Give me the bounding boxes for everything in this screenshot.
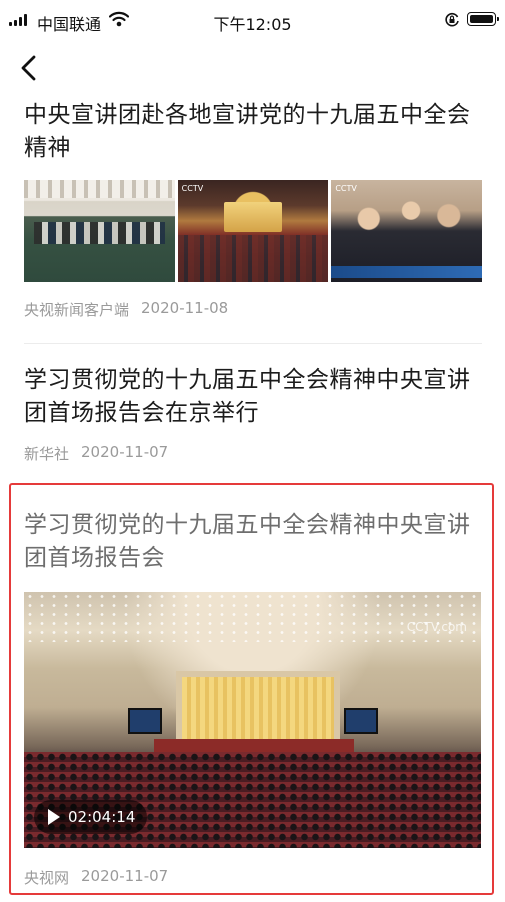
news-title[interactable]: 学习贯彻党的十九届五中全会精神中央宣讲团首场报告会 bbox=[24, 509, 482, 575]
video-scene bbox=[128, 708, 162, 734]
status-bar: 中国联通 下午12:05 bbox=[0, 0, 505, 44]
status-time: 下午12:05 bbox=[213, 15, 292, 34]
news-date: 2020-11-07 bbox=[81, 443, 169, 461]
news-title[interactable]: 中央宣讲团赴各地宣讲党的十九届五中全会精神 bbox=[24, 99, 482, 165]
news-thumbnail[interactable] bbox=[24, 180, 175, 282]
news-source: 新华社 bbox=[24, 445, 70, 463]
back-button[interactable] bbox=[14, 50, 48, 86]
news-date: 2020-11-07 bbox=[81, 867, 169, 885]
news-meta: 央视网 2020-11-07 bbox=[24, 867, 168, 888]
video-scene bbox=[182, 677, 334, 739]
news-item[interactable]: 学习贯彻党的十九届五中全会精神中央宣讲团首场报告会在京举行 bbox=[24, 364, 482, 430]
video-duration: 02:04:14 bbox=[68, 808, 136, 826]
orientation-lock-icon bbox=[444, 12, 460, 32]
news-date: 2020-11-08 bbox=[141, 299, 229, 317]
news-meta: 新华社 2020-11-07 bbox=[24, 443, 168, 464]
divider bbox=[24, 343, 482, 344]
cctv-logo: CCTV bbox=[335, 184, 357, 193]
play-button[interactable]: 02:04:14 bbox=[34, 800, 148, 834]
battery-icon bbox=[467, 12, 499, 26]
news-title[interactable]: 学习贯彻党的十九届五中全会精神中央宣讲团首场报告会在京举行 bbox=[24, 364, 482, 430]
cctv-logo: CCTV.com bbox=[406, 620, 467, 634]
news-thumbnail[interactable]: CCTV bbox=[331, 180, 483, 282]
news-source: 央视网 bbox=[24, 869, 70, 887]
news-item[interactable]: 中央宣讲团赴各地宣讲党的十九届五中全会精神 bbox=[24, 99, 482, 165]
chevron-left-icon bbox=[21, 55, 36, 81]
news-source: 央视新闻客户端 bbox=[24, 301, 130, 319]
news-item[interactable]: 学习贯彻党的十九届五中全会精神中央宣讲团首场报告会 bbox=[24, 509, 482, 575]
video-scene bbox=[154, 739, 354, 753]
cctv-logo: CCTV bbox=[181, 184, 204, 193]
play-icon bbox=[48, 809, 60, 825]
video-scene bbox=[24, 592, 481, 642]
video-scene bbox=[344, 708, 378, 734]
navigation-bar bbox=[0, 44, 505, 92]
news-meta: 央视新闻客户端 2020-11-08 bbox=[24, 299, 228, 320]
news-thumbnail[interactable]: CCTV bbox=[177, 180, 329, 282]
video-player[interactable]: CCTV.com 02:04:14 bbox=[24, 592, 481, 848]
thumbnail-gallery[interactable]: CCTV CCTV bbox=[24, 180, 483, 282]
